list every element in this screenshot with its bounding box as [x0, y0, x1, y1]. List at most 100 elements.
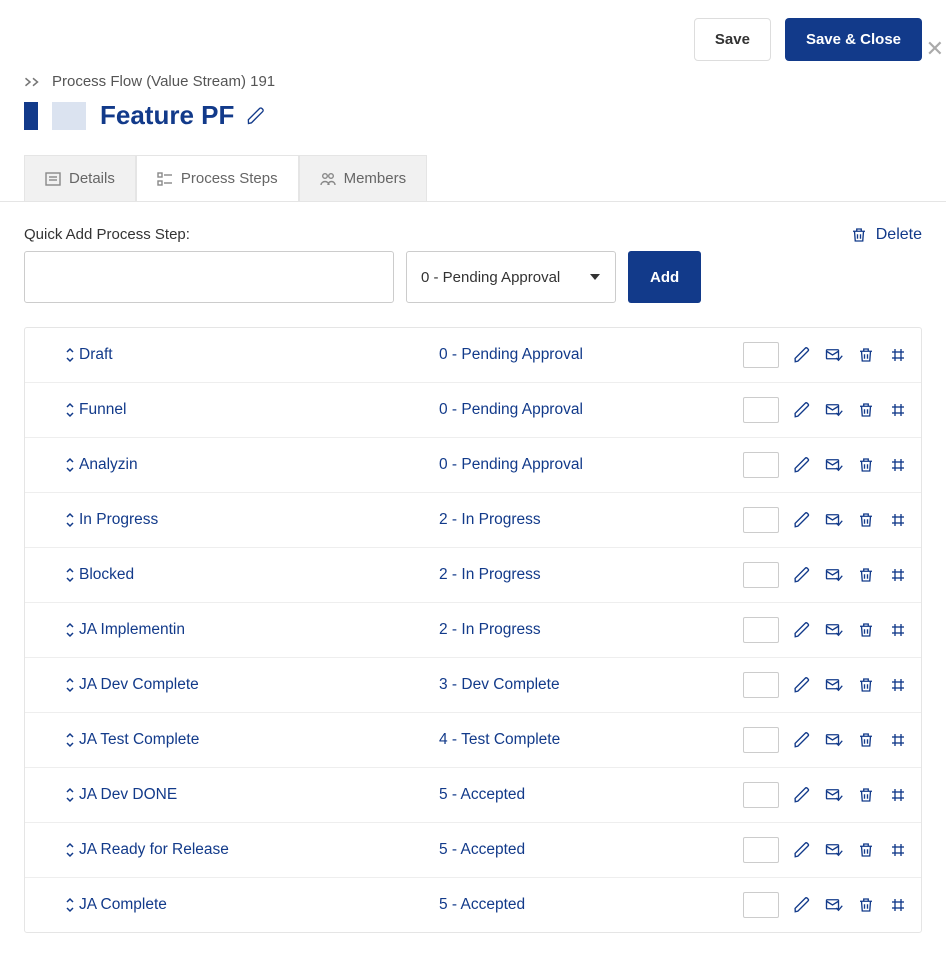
step-name[interactable]: JA Ready for Release: [79, 841, 439, 859]
quick-add-status-select[interactable]: 0 - Pending Approval: [406, 251, 616, 303]
save-button[interactable]: Save: [694, 18, 771, 61]
grid-icon[interactable]: [889, 896, 907, 914]
step-status: 5 - Accepted: [439, 786, 743, 804]
edit-title-icon[interactable]: [246, 106, 266, 126]
edit-icon[interactable]: [793, 841, 811, 859]
grid-icon[interactable]: [889, 841, 907, 859]
wip-limit-input[interactable]: [743, 617, 779, 643]
page-title: Feature PF: [100, 100, 234, 131]
step-name[interactable]: Funnel: [79, 401, 439, 419]
grid-icon[interactable]: [889, 566, 907, 584]
table-row: Draft 0 - Pending Approval: [25, 328, 921, 383]
drag-handle-icon[interactable]: [39, 622, 79, 638]
drag-handle-icon[interactable]: [39, 842, 79, 858]
edit-icon[interactable]: [793, 731, 811, 749]
step-name[interactable]: JA Dev Complete: [79, 676, 439, 694]
grid-icon[interactable]: [889, 731, 907, 749]
drag-handle-icon[interactable]: [39, 402, 79, 418]
mail-check-icon[interactable]: [825, 731, 843, 749]
edit-icon[interactable]: [793, 676, 811, 694]
edit-icon[interactable]: [793, 786, 811, 804]
edit-icon[interactable]: [793, 511, 811, 529]
step-name[interactable]: Blocked: [79, 566, 439, 584]
trash-icon[interactable]: [857, 346, 875, 364]
steps-icon: [157, 171, 173, 187]
wip-limit-input[interactable]: [743, 507, 779, 533]
grid-icon[interactable]: [889, 676, 907, 694]
trash-icon[interactable]: [857, 621, 875, 639]
grid-icon[interactable]: [889, 456, 907, 474]
tab-process-steps[interactable]: Process Steps: [136, 155, 299, 201]
breadcrumb-text: Process Flow (Value Stream) 191: [52, 73, 275, 90]
trash-icon[interactable]: [857, 786, 875, 804]
drag-handle-icon[interactable]: [39, 347, 79, 363]
mail-check-icon[interactable]: [825, 511, 843, 529]
grid-icon[interactable]: [889, 346, 907, 364]
trash-icon[interactable]: [857, 676, 875, 694]
wip-limit-input[interactable]: [743, 727, 779, 753]
drag-handle-icon[interactable]: [39, 677, 79, 693]
delete-button[interactable]: Delete: [850, 226, 922, 244]
mail-check-icon[interactable]: [825, 346, 843, 364]
wip-limit-input[interactable]: [743, 837, 779, 863]
mail-check-icon[interactable]: [825, 456, 843, 474]
mail-check-icon[interactable]: [825, 676, 843, 694]
mail-check-icon[interactable]: [825, 401, 843, 419]
edit-icon[interactable]: [793, 566, 811, 584]
step-status: 5 - Accepted: [439, 841, 743, 859]
wip-limit-input[interactable]: [743, 562, 779, 588]
wip-limit-input[interactable]: [743, 672, 779, 698]
drag-handle-icon[interactable]: [39, 897, 79, 913]
mail-check-icon[interactable]: [825, 841, 843, 859]
delete-label: Delete: [876, 226, 922, 244]
mail-check-icon[interactable]: [825, 566, 843, 584]
trash-icon[interactable]: [857, 841, 875, 859]
edit-icon[interactable]: [793, 456, 811, 474]
edit-icon[interactable]: [793, 621, 811, 639]
add-button[interactable]: Add: [628, 251, 701, 303]
step-name[interactable]: JA Dev DONE: [79, 786, 439, 804]
step-name[interactable]: JA Test Complete: [79, 731, 439, 749]
table-row: Blocked 2 - In Progress: [25, 548, 921, 603]
wip-limit-input[interactable]: [743, 452, 779, 478]
drag-handle-icon[interactable]: [39, 787, 79, 803]
drag-handle-icon[interactable]: [39, 457, 79, 473]
tab-members[interactable]: Members: [299, 155, 428, 201]
step-name[interactable]: Analyzin: [79, 456, 439, 474]
mail-check-icon[interactable]: [825, 621, 843, 639]
wip-limit-input[interactable]: [743, 397, 779, 423]
wip-limit-input[interactable]: [743, 782, 779, 808]
wip-limit-input[interactable]: [743, 342, 779, 368]
drag-handle-icon[interactable]: [39, 732, 79, 748]
step-status: 0 - Pending Approval: [439, 456, 743, 474]
edit-icon[interactable]: [793, 896, 811, 914]
quick-add-input[interactable]: [24, 251, 394, 303]
step-status: 2 - In Progress: [439, 511, 743, 529]
wip-limit-input[interactable]: [743, 892, 779, 918]
step-name[interactable]: In Progress: [79, 511, 439, 529]
grid-icon[interactable]: [889, 786, 907, 804]
trash-icon[interactable]: [857, 566, 875, 584]
grid-icon[interactable]: [889, 401, 907, 419]
step-name[interactable]: JA Complete: [79, 896, 439, 914]
save-close-button[interactable]: Save & Close: [785, 18, 922, 61]
table-row: JA Dev DONE 5 - Accepted: [25, 768, 921, 823]
trash-icon[interactable]: [857, 896, 875, 914]
edit-icon[interactable]: [793, 401, 811, 419]
trash-icon[interactable]: [857, 456, 875, 474]
tab-details[interactable]: Details: [24, 155, 136, 201]
trash-icon[interactable]: [857, 401, 875, 419]
edit-icon[interactable]: [793, 346, 811, 364]
grid-icon[interactable]: [889, 621, 907, 639]
drag-handle-icon[interactable]: [39, 512, 79, 528]
trash-icon[interactable]: [857, 731, 875, 749]
grid-icon[interactable]: [889, 511, 907, 529]
mail-check-icon[interactable]: [825, 896, 843, 914]
step-name[interactable]: Draft: [79, 346, 439, 364]
drag-handle-icon[interactable]: [39, 567, 79, 583]
trash-icon[interactable]: [857, 511, 875, 529]
close-icon[interactable]: ✕: [926, 36, 944, 62]
step-name[interactable]: JA Implementin: [79, 621, 439, 639]
chevron-down-icon: [589, 271, 601, 283]
mail-check-icon[interactable]: [825, 786, 843, 804]
